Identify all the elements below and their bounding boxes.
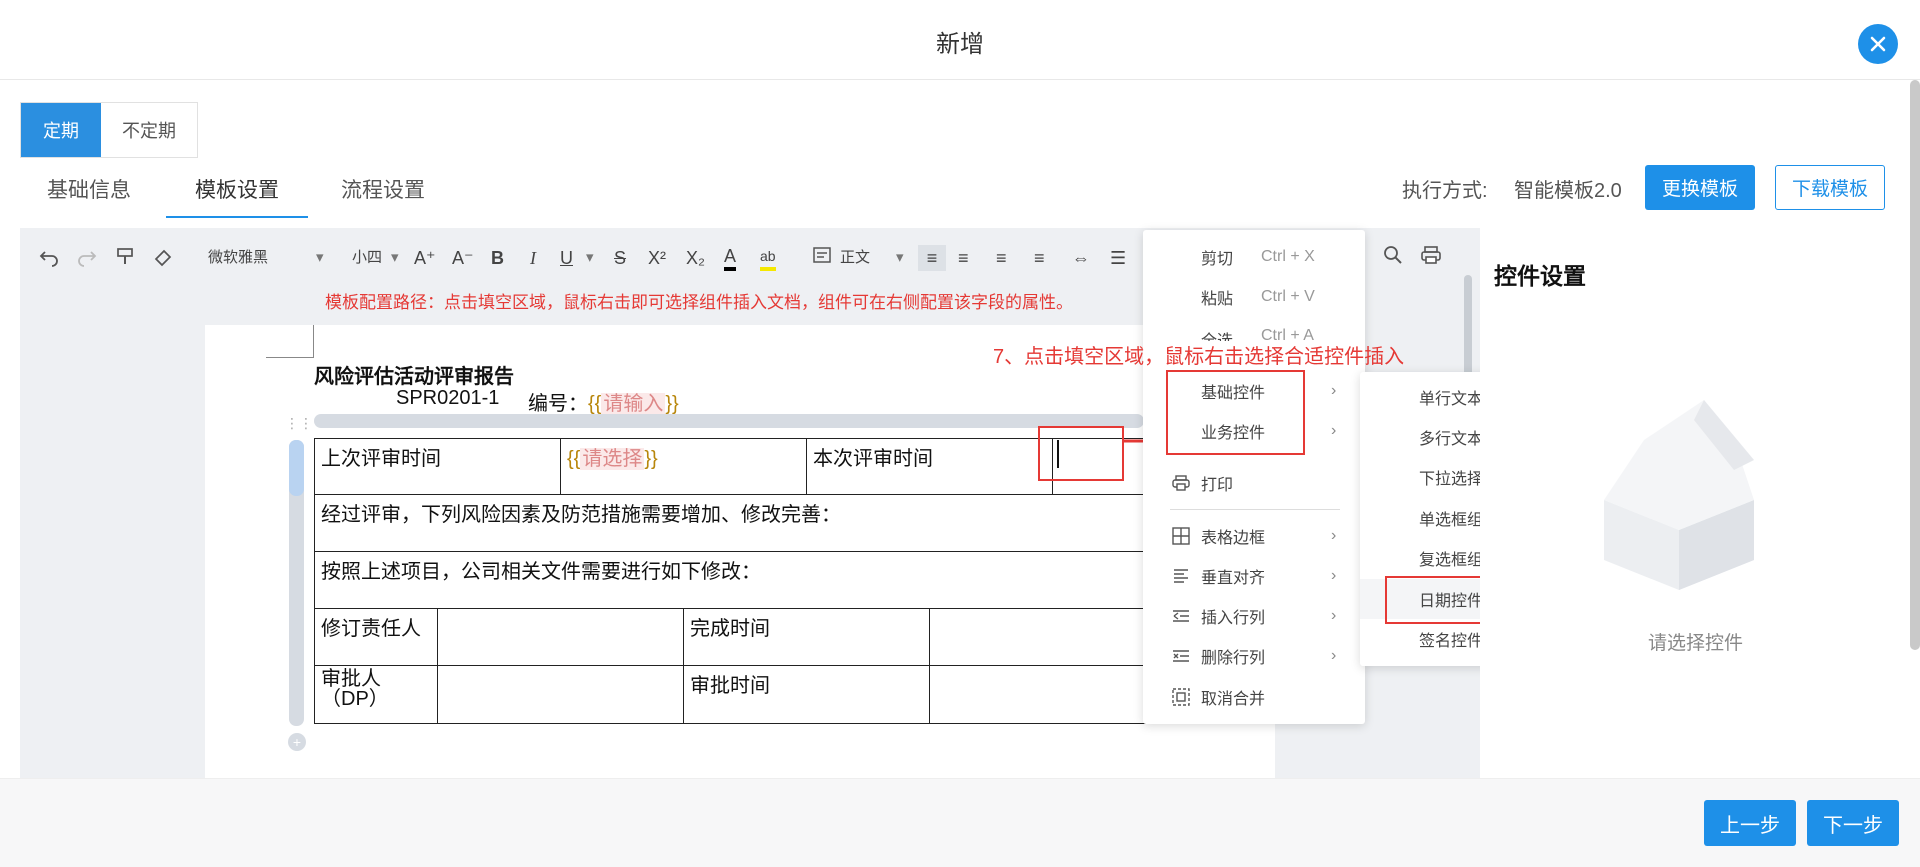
- delete-row-icon: [1171, 646, 1191, 666]
- insert-row-col-label: 插入行列: [1201, 610, 1266, 627]
- dialog-footer: [0, 778, 1920, 867]
- menu-item-unmerge[interactable]: 取消合并: [1143, 677, 1365, 717]
- paste-label: 粘贴: [1201, 291, 1234, 308]
- vertical-align-label: 垂直对齐: [1201, 570, 1266, 587]
- table-border-label: 表格边框: [1201, 530, 1266, 547]
- chevron-right-icon: ›: [1331, 607, 1337, 624]
- next-step-button[interactable]: 下一步: [1807, 800, 1899, 846]
- print-icon: [1171, 473, 1191, 493]
- select-all-shortcut: Ctrl + A: [1261, 327, 1314, 341]
- cut-label: 剪切: [1201, 251, 1234, 268]
- menu-item-table-border[interactable]: 表格边框 ›: [1143, 516, 1365, 556]
- chevron-right-icon: ›: [1331, 647, 1337, 664]
- select-all-label: 全选: [1201, 327, 1233, 341]
- menu-item-vertical-align[interactable]: 垂直对齐 ›: [1143, 556, 1365, 596]
- unmerge-label: 取消合并: [1201, 691, 1266, 708]
- empty-box-icon: [1604, 400, 1754, 590]
- table-border-icon: [1171, 526, 1191, 546]
- paste-shortcut: Ctrl + V: [1261, 288, 1315, 305]
- chevron-right-icon: ›: [1331, 422, 1337, 439]
- control-settings-title: 控件设置: [1494, 263, 1586, 289]
- menu-item-insert-row-col[interactable]: 插入行列 ›: [1143, 596, 1365, 636]
- prev-step-button[interactable]: 上一步: [1704, 800, 1796, 846]
- insert-row-icon: [1171, 606, 1191, 626]
- unmerge-icon: [1171, 687, 1191, 707]
- menu-item-cut[interactable]: 剪切 Ctrl + X: [1143, 237, 1365, 277]
- chevron-right-icon: ›: [1331, 527, 1337, 544]
- delete-row-col-label: 删除行列: [1201, 650, 1266, 667]
- empty-state-text: 请选择控件: [1648, 633, 1744, 654]
- annotation-box-controls: [1166, 370, 1305, 455]
- vertical-align-icon: [1171, 566, 1191, 586]
- menu-item-print[interactable]: 打印: [1143, 463, 1365, 503]
- chevron-right-icon: ›: [1331, 382, 1337, 399]
- menu-divider: [1170, 509, 1340, 510]
- cut-shortcut: Ctrl + X: [1261, 248, 1315, 265]
- menu-item-delete-row-col[interactable]: 删除行列 ›: [1143, 636, 1365, 676]
- chevron-right-icon: ›: [1331, 567, 1337, 584]
- menu-item-paste[interactable]: 粘贴 Ctrl + V: [1143, 277, 1365, 317]
- menu-item-select-all[interactable]: 全选 Ctrl + A: [1143, 317, 1365, 341]
- signature-label: 签名控件: [1419, 633, 1484, 650]
- annotation-step7: 7、点击填空区域，鼠标右击选择合适控件插入: [993, 346, 1405, 368]
- print-label: 打印: [1201, 477, 1234, 494]
